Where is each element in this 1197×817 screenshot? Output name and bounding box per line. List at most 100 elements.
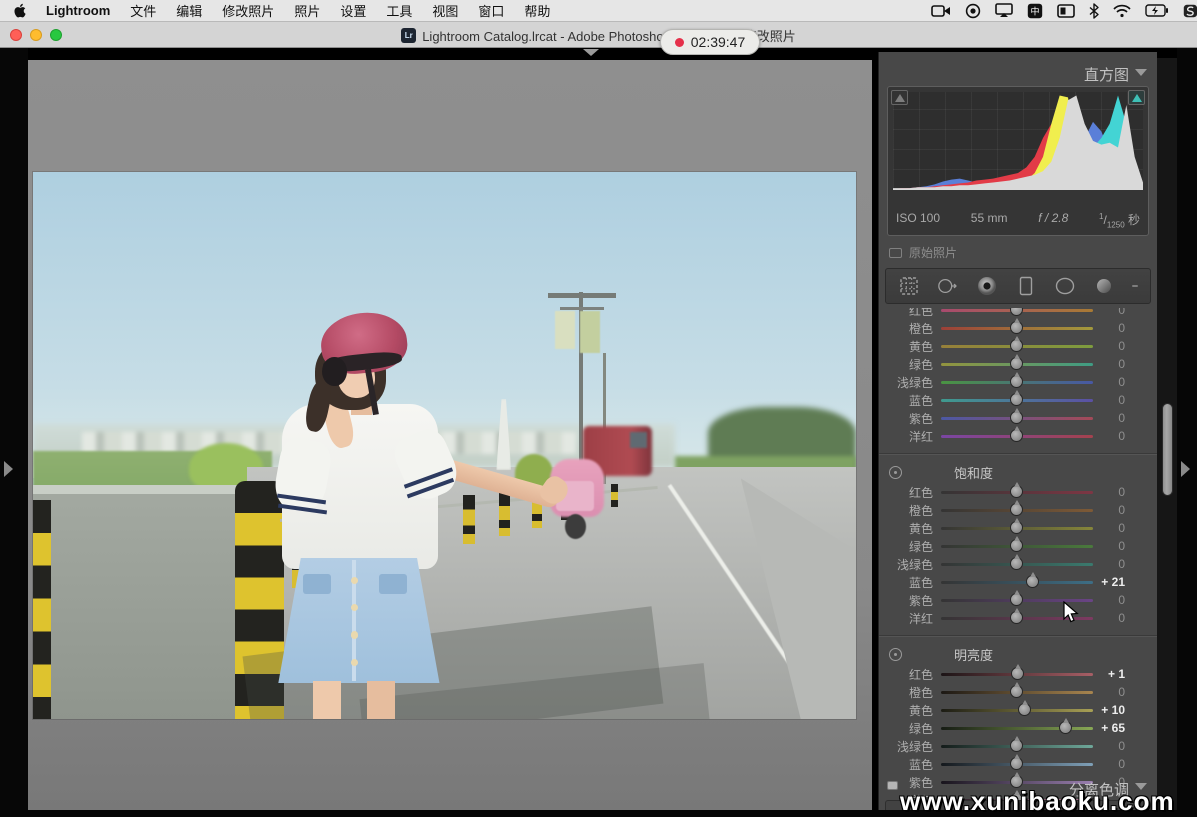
menu-item-photo[interactable]: 照片 bbox=[284, 1, 330, 20]
slider-thumb[interactable] bbox=[1010, 521, 1023, 534]
exif-readout: ISO 100 55 mm f / 2.8 1/1250 秒 bbox=[896, 211, 1140, 229]
menu-item-settings[interactable]: 设置 bbox=[330, 1, 376, 20]
slider-thumb[interactable] bbox=[1010, 539, 1023, 552]
original-photo-checkbox[interactable] bbox=[889, 248, 902, 258]
radial-filter-icon[interactable] bbox=[1054, 275, 1076, 297]
slider-thumb[interactable] bbox=[1010, 557, 1023, 570]
slider-thumb[interactable] bbox=[1010, 393, 1023, 406]
hue-slider-7[interactable] bbox=[941, 435, 1093, 438]
histogram-collapse-caret-icon[interactable] bbox=[1135, 69, 1147, 76]
hsl-row-value: 0 bbox=[1093, 485, 1137, 499]
slider-thumb[interactable] bbox=[1010, 339, 1023, 352]
original-photo-toggle[interactable]: 原始照片 bbox=[889, 244, 957, 261]
slider-thumb[interactable] bbox=[1018, 703, 1031, 716]
slider-thumb[interactable] bbox=[1010, 321, 1023, 334]
slider-thumb[interactable] bbox=[1010, 739, 1023, 752]
apple-icon[interactable] bbox=[14, 3, 28, 18]
hue-slider-2[interactable] bbox=[941, 345, 1093, 348]
saturation-slider-1[interactable] bbox=[941, 509, 1093, 512]
menu-item-window[interactable]: 窗口 bbox=[468, 1, 514, 20]
hsl-panel-scroll-area[interactable]: 红色0橙色0黄色0绿色0浅绿色0蓝色0紫色0洋红0 饱和度 红色0橙色0黄色0绿… bbox=[879, 308, 1157, 810]
hsl-row-luminance-0: 红色+ 1 bbox=[879, 665, 1157, 683]
hue-slider-1[interactable] bbox=[941, 327, 1093, 330]
spot-removal-icon[interactable] bbox=[937, 275, 959, 297]
wifi-icon[interactable] bbox=[1113, 4, 1131, 18]
target-adjustment-icon[interactable] bbox=[889, 466, 902, 479]
input-source-icon[interactable]: 中 bbox=[1027, 3, 1043, 19]
screen-record-icon[interactable] bbox=[931, 4, 951, 18]
saturation-slider-5[interactable] bbox=[941, 581, 1093, 584]
slider-thumb[interactable] bbox=[1010, 411, 1023, 424]
slider-thumb[interactable] bbox=[1010, 593, 1023, 606]
slider-thumb[interactable] bbox=[1026, 575, 1039, 588]
crop-overlay-icon[interactable] bbox=[898, 275, 920, 297]
window-icon[interactable] bbox=[1057, 4, 1075, 18]
slider-thumb[interactable] bbox=[1011, 667, 1024, 680]
hsl-row-value: 0 bbox=[1093, 411, 1137, 425]
shadow-clipping-button[interactable] bbox=[891, 90, 908, 105]
timer-value: 02:39:47 bbox=[691, 34, 746, 50]
right-edge-strip bbox=[1177, 48, 1197, 810]
hsl-row-label: 蓝色 bbox=[879, 574, 941, 591]
slider-thumb[interactable] bbox=[1010, 685, 1023, 698]
target-adjustment-icon[interactable] bbox=[889, 648, 902, 661]
panel-switch-icon[interactable] bbox=[887, 781, 898, 790]
luminance-slider-0[interactable] bbox=[941, 673, 1093, 676]
hsl-row-luminance-4: 浅绿色0 bbox=[879, 737, 1157, 755]
panel-scrollbar-thumb[interactable] bbox=[1162, 403, 1173, 496]
menu-item-help[interactable]: 帮助 bbox=[514, 1, 560, 20]
saturation-slider-0[interactable] bbox=[941, 491, 1093, 494]
adjustment-brush-icon[interactable] bbox=[1093, 275, 1115, 297]
hue-slider-4[interactable] bbox=[941, 381, 1093, 384]
luminance-slider-1[interactable] bbox=[941, 691, 1093, 694]
menu-app-name[interactable]: Lightroom bbox=[36, 3, 120, 18]
right-panel-collapse-arrow-icon[interactable] bbox=[1181, 461, 1190, 477]
slider-thumb[interactable] bbox=[1010, 375, 1023, 388]
hue-slider-5[interactable] bbox=[941, 399, 1093, 402]
luminance-slider-3[interactable] bbox=[941, 727, 1093, 730]
slider-thumb[interactable] bbox=[1010, 485, 1023, 498]
top-panel-collapse-arrow-icon[interactable] bbox=[583, 49, 599, 56]
slider-thumb[interactable] bbox=[1059, 721, 1072, 734]
left-panel-expand-arrow-icon[interactable] bbox=[4, 461, 13, 477]
hsl-row-value: 0 bbox=[1093, 521, 1137, 535]
battery-charging-icon[interactable] bbox=[1145, 4, 1169, 17]
slider-thumb[interactable] bbox=[1010, 429, 1023, 442]
photo[interactable] bbox=[33, 172, 856, 719]
luminance-slider-4[interactable] bbox=[941, 745, 1093, 748]
bluetooth-icon[interactable] bbox=[1089, 3, 1099, 19]
saturation-slider-2[interactable] bbox=[941, 527, 1093, 530]
slider-thumb[interactable] bbox=[1010, 308, 1023, 316]
slider-thumb[interactable] bbox=[1010, 357, 1023, 370]
slider-thumb[interactable] bbox=[1010, 611, 1023, 624]
menu-item-view[interactable]: 视图 bbox=[422, 1, 468, 20]
hsl-row-label: 黄色 bbox=[879, 702, 941, 719]
luminance-slider-5[interactable] bbox=[941, 763, 1093, 766]
histogram-plot[interactable] bbox=[893, 92, 1143, 190]
menu-item-edit[interactable]: 编辑 bbox=[166, 1, 212, 20]
hue-slider-3[interactable] bbox=[941, 363, 1093, 366]
hsl-row-value: + 1 bbox=[1093, 667, 1137, 681]
hsl-group-saturation: 饱和度 红色0橙色0黄色0绿色0浅绿色0蓝色+ 21紫色0洋红0 bbox=[879, 459, 1157, 633]
hsl-row-saturation-6: 紫色0 bbox=[879, 591, 1157, 609]
exif-focal: 55 mm bbox=[971, 211, 1008, 229]
hsl-row-label: 蓝色 bbox=[879, 392, 941, 409]
brush-amount-slider[interactable] bbox=[1132, 285, 1138, 287]
slider-thumb[interactable] bbox=[1010, 757, 1023, 770]
menu-item-develop[interactable]: 修改照片 bbox=[212, 1, 284, 20]
saturation-slider-3[interactable] bbox=[941, 545, 1093, 548]
menu-item-tools[interactable]: 工具 bbox=[376, 1, 422, 20]
highlight-clipping-button[interactable] bbox=[1128, 90, 1145, 105]
develop-canvas bbox=[28, 60, 872, 810]
record-target-icon[interactable] bbox=[965, 3, 981, 19]
app-badge-icon[interactable] bbox=[1183, 2, 1197, 20]
hue-slider-0[interactable] bbox=[941, 309, 1093, 312]
hue-slider-6[interactable] bbox=[941, 417, 1093, 420]
luminance-slider-2[interactable] bbox=[941, 709, 1093, 712]
slider-thumb[interactable] bbox=[1010, 503, 1023, 516]
menu-item-file[interactable]: 文件 bbox=[120, 1, 166, 20]
display-mirror-icon[interactable] bbox=[995, 3, 1013, 18]
red-eye-icon[interactable] bbox=[976, 275, 998, 297]
saturation-slider-4[interactable] bbox=[941, 563, 1093, 566]
graduated-filter-icon[interactable] bbox=[1015, 275, 1037, 297]
